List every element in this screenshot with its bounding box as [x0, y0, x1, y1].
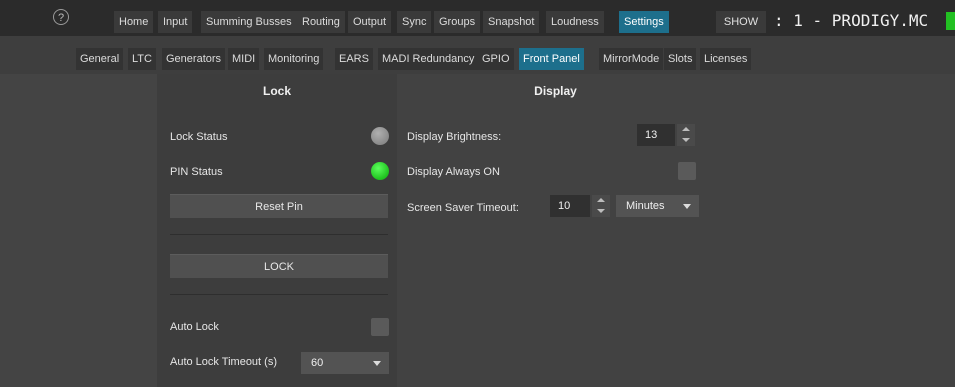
nav-output[interactable]: Output: [348, 11, 392, 33]
arrow-down-icon[interactable]: [682, 138, 690, 142]
tab-general[interactable]: General: [76, 48, 124, 70]
arrow-up-icon[interactable]: [682, 127, 690, 131]
auto-lock-label: Auto Lock: [170, 321, 219, 333]
brightness-spinner[interactable]: [677, 124, 695, 146]
auto-lock-timeout-dropdown[interactable]: 60: [301, 352, 389, 374]
screensaver-spinner[interactable]: [592, 195, 610, 217]
nav-sync[interactable]: Sync: [397, 11, 432, 33]
tab-slots[interactable]: Slots: [664, 48, 697, 70]
screensaver-input[interactable]: 10: [550, 195, 590, 217]
nav-input[interactable]: Input: [158, 11, 193, 33]
auto-lock-timeout-label: Auto Lock Timeout (s): [170, 356, 277, 368]
always-on-checkbox[interactable]: [678, 162, 696, 180]
arrow-up-icon[interactable]: [597, 198, 605, 202]
nav-home[interactable]: Home: [114, 11, 154, 33]
chevron-down-icon: [683, 204, 691, 209]
status-indicator: [946, 12, 955, 30]
lock-status-led: [371, 127, 389, 145]
tab-monitoring[interactable]: Monitoring: [264, 48, 324, 70]
always-on-label: Display Always ON: [407, 166, 500, 178]
divider: [170, 294, 388, 295]
show-title: : 1 - PRODIGY.MC: [774, 11, 929, 30]
tab-mirrormode[interactable]: MirrorMode: [599, 48, 664, 70]
nav-settings[interactable]: Settings: [619, 11, 669, 33]
nav-loudness[interactable]: Loudness: [546, 11, 604, 33]
pin-status-led: [371, 162, 389, 180]
screensaver-label: Screen Saver Timeout:: [407, 202, 519, 214]
screensaver-unit-dropdown[interactable]: Minutes: [616, 195, 699, 217]
arrow-down-icon[interactable]: [597, 209, 605, 213]
lock-status-label: Lock Status: [170, 131, 228, 143]
nav-routing[interactable]: Routing: [297, 11, 345, 33]
lock-panel: Lock Lock Status PIN Status Reset Pin LO…: [157, 74, 397, 387]
brightness-label: Display Brightness:: [407, 131, 502, 143]
nav-summing-busses[interactable]: Summing Busses: [201, 11, 297, 33]
tab-madi-redundancy[interactable]: MADI Redundancy: [378, 48, 479, 70]
auto-lock-checkbox[interactable]: [371, 318, 389, 336]
tab-gpio[interactable]: GPIO: [478, 48, 514, 70]
nav-snapshot[interactable]: Snapshot: [483, 11, 540, 33]
auto-lock-timeout-value: 60: [311, 357, 324, 369]
show-button[interactable]: SHOW: [716, 11, 766, 33]
tab-ears[interactable]: EARS: [335, 48, 373, 70]
lock-heading: Lock: [262, 84, 291, 98]
tab-midi[interactable]: MIDI: [228, 48, 260, 70]
tab-front-panel[interactable]: Front Panel: [519, 48, 584, 70]
chevron-down-icon: [373, 361, 381, 366]
help-icon[interactable]: ?: [53, 9, 69, 25]
tab-ltc[interactable]: LTC: [128, 48, 156, 70]
screensaver-unit-value: Minutes: [626, 200, 665, 212]
divider: [170, 234, 388, 235]
top-nav-bar: ? Home Input Summing Busses Routing Outp…: [0, 0, 955, 36]
settings-subtabs: General LTC Generators MIDI Monitoring E…: [0, 36, 955, 74]
tab-licenses[interactable]: Licenses: [700, 48, 752, 70]
display-panel: Display Display Brightness: 13 Display A…: [397, 74, 955, 387]
pin-status-label: PIN Status: [170, 166, 223, 178]
lock-button[interactable]: LOCK: [170, 254, 388, 278]
tab-generators[interactable]: Generators: [162, 48, 226, 70]
display-heading: Display: [534, 84, 577, 98]
reset-pin-button[interactable]: Reset Pin: [170, 194, 388, 218]
nav-groups[interactable]: Groups: [434, 11, 481, 33]
brightness-input[interactable]: 13: [637, 124, 675, 146]
